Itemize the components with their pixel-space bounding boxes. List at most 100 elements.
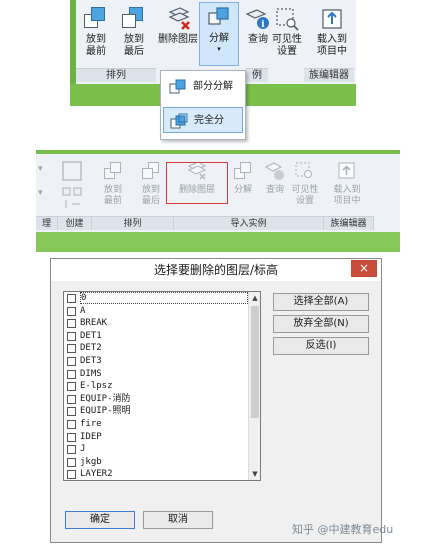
delete-layers-icon	[164, 6, 192, 32]
send-to-back-button: 放到 最后	[132, 158, 170, 214]
chevron-down-icon: ▾	[38, 188, 43, 198]
group-import-label: 导入实例	[174, 216, 324, 230]
bring-to-front-button: 放到 最前	[94, 158, 132, 214]
scroll-thumb[interactable]	[251, 306, 259, 418]
scroll-down-icon[interactable]: ▼	[250, 468, 260, 480]
dialog-title: 选择要删除的图层/标高	[51, 259, 381, 281]
layer-checkbox[interactable]	[67, 294, 76, 303]
load-into-project-icon	[335, 160, 359, 182]
explode-button[interactable]: 分解 ▾	[199, 2, 239, 66]
ok-button[interactable]: 确定	[65, 511, 135, 529]
layer-row[interactable]: IDEP	[64, 431, 260, 444]
delete-layers-button[interactable]: 删除图层	[156, 4, 200, 66]
visibility-settings-label: 可见性 设置	[291, 185, 319, 206]
load-into-project-label: 载入到 项目中	[333, 185, 361, 206]
ribbon-background-band	[36, 232, 400, 252]
bring-to-front-icon	[82, 6, 110, 32]
svg-text:i: i	[261, 20, 265, 30]
scrollbar[interactable]: ▲ ▼	[248, 292, 260, 480]
layer-name: IDEP	[80, 431, 102, 442]
group-left-label: 理	[36, 216, 58, 230]
layer-checkbox[interactable]	[67, 382, 76, 392]
bring-to-front-label: 放到 最前	[103, 185, 122, 206]
layer-checkbox[interactable]	[67, 394, 76, 404]
layer-name: DET3	[80, 355, 102, 366]
layer-checkbox[interactable]	[67, 306, 76, 316]
layer-row[interactable]: 0	[64, 292, 260, 305]
layer-row[interactable]: jkgb	[64, 456, 260, 469]
load-into-project-button: 载入到 项目中	[328, 158, 366, 214]
send-to-back-button[interactable]: 放到 最后	[114, 4, 154, 66]
group-create-label: 创建	[58, 216, 92, 230]
layer-checkbox[interactable]	[67, 457, 76, 467]
delete-layers-dialog: 选择要删除的图层/标高 × 0 A BREAK DET1 DET2 DET3 DIMS E-l…	[50, 258, 382, 543]
group-arrange-label: 排列	[92, 216, 174, 230]
explode-icon	[231, 160, 255, 182]
layer-name: J	[80, 444, 86, 455]
send-to-back-icon	[139, 160, 163, 182]
group-family-editor-label: 族编辑器	[324, 216, 374, 230]
send-to-back-label: 放到 最后	[124, 34, 144, 57]
explode-label: 分解	[209, 33, 229, 44]
group-import-label: 例	[246, 68, 268, 82]
layer-name: EQUIP-照明	[80, 406, 131, 417]
close-icon[interactable]: ×	[351, 260, 377, 277]
select-all-button[interactable]: 选择全部(A)	[273, 293, 369, 311]
layer-checkbox[interactable]	[67, 419, 76, 429]
layer-checkbox[interactable]	[67, 319, 76, 329]
layer-list[interactable]: 0 A BREAK DET1 DET2 DET3 DIMS E-lpsz EQUIP-消防 EQU…	[63, 291, 261, 481]
explode-icon	[205, 5, 233, 31]
highlight-box	[166, 162, 228, 204]
layer-row[interactable]: E-lpsz	[64, 380, 260, 393]
truncated-tools: ▾ ▾	[36, 158, 58, 214]
layer-checkbox[interactable]	[67, 356, 76, 366]
layer-checkbox[interactable]	[67, 344, 76, 354]
explode-dropdown-menu: 部分分解 完全分	[160, 70, 246, 140]
create-tools[interactable]	[60, 160, 88, 212]
layer-row[interactable]: A	[64, 305, 260, 318]
bring-to-front-button[interactable]: 放到 最前	[76, 4, 116, 66]
visibility-settings-button[interactable]: 可见性 设置	[268, 4, 306, 66]
scroll-up-icon[interactable]: ▲	[250, 292, 260, 304]
full-explode-icon	[170, 113, 188, 129]
delete-layers-label: 删除图层	[158, 34, 198, 45]
load-into-project-label: 载入到 项目中	[317, 34, 347, 57]
group-family-editor-label: 族编辑器	[304, 68, 354, 82]
layer-checkbox[interactable]	[67, 470, 76, 480]
layer-row[interactable]: DIMS	[64, 368, 260, 381]
menu-item-partial-explode-label: 部分分解	[193, 81, 233, 92]
layer-checkbox[interactable]	[67, 331, 76, 341]
layer-name: E-lpsz	[80, 381, 113, 392]
bring-to-front-icon	[101, 160, 125, 182]
layer-name: EQUIP-消防	[80, 393, 131, 404]
layer-row[interactable]: fire	[64, 418, 260, 431]
layer-row[interactable]: DET1	[64, 330, 260, 343]
layer-name: A	[80, 305, 86, 316]
layer-checkbox[interactable]	[67, 445, 76, 455]
layer-row[interactable]: DET2	[64, 342, 260, 355]
layer-row[interactable]: EQUIP-照明	[64, 405, 260, 418]
deselect-all-button[interactable]: 放弃全部(N)	[273, 315, 369, 333]
menu-item-full-explode-label: 完全分	[194, 115, 224, 126]
invert-selection-button[interactable]: 反选(I)	[273, 337, 369, 355]
layer-name: DET2	[80, 343, 102, 354]
layer-row[interactable]: BREAK	[64, 317, 260, 330]
layer-name: fire	[80, 418, 102, 429]
load-into-project-button[interactable]: 载入到 项目中	[312, 4, 352, 66]
layer-row[interactable]: DET3	[64, 355, 260, 368]
layer-checkbox[interactable]	[67, 432, 76, 442]
layer-row[interactable]: J	[64, 443, 260, 456]
layer-row[interactable]: EQUIP-消防	[64, 393, 260, 406]
load-into-project-icon	[318, 6, 346, 32]
ribbon-accent-bar	[36, 150, 400, 154]
layer-checkbox[interactable]	[67, 407, 76, 417]
menu-item-full-explode[interactable]: 完全分	[163, 107, 243, 133]
chevron-down-icon: ▾	[217, 45, 221, 53]
layer-checkbox[interactable]	[67, 369, 76, 379]
menu-item-partial-explode[interactable]: 部分分解	[163, 74, 243, 100]
visibility-settings-button: 可见性 设置	[286, 158, 324, 214]
layer-row[interactable]: LAYER2	[64, 468, 260, 480]
send-to-back-label: 放到 最后	[141, 185, 160, 206]
cancel-button[interactable]: 取消	[143, 511, 213, 529]
layer-name: 0	[80, 292, 248, 304]
